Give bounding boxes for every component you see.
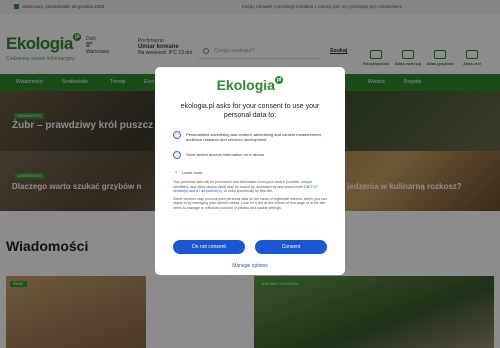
consent-logo: Ekologia pl — [216, 76, 284, 93]
person-icon — [173, 131, 181, 139]
consent-heading: ekologia.pl asks for your consent to use… — [180, 103, 320, 119]
device-icon — [173, 151, 181, 159]
consent-body: Your personal data will be processed and… — [173, 180, 327, 210]
learn-more-toggle[interactable]: Learn more — [182, 170, 202, 175]
chevron-down-icon[interactable]: ⌄ — [174, 169, 178, 175]
consent-button[interactable]: Consent — [255, 240, 327, 254]
manage-options-link[interactable]: Manage options — [155, 263, 345, 269]
do-not-consent-button[interactable]: Do not consent — [173, 240, 245, 254]
consent-dialog: Ekologia pl ekologia.pl asks for your con… — [155, 67, 345, 275]
